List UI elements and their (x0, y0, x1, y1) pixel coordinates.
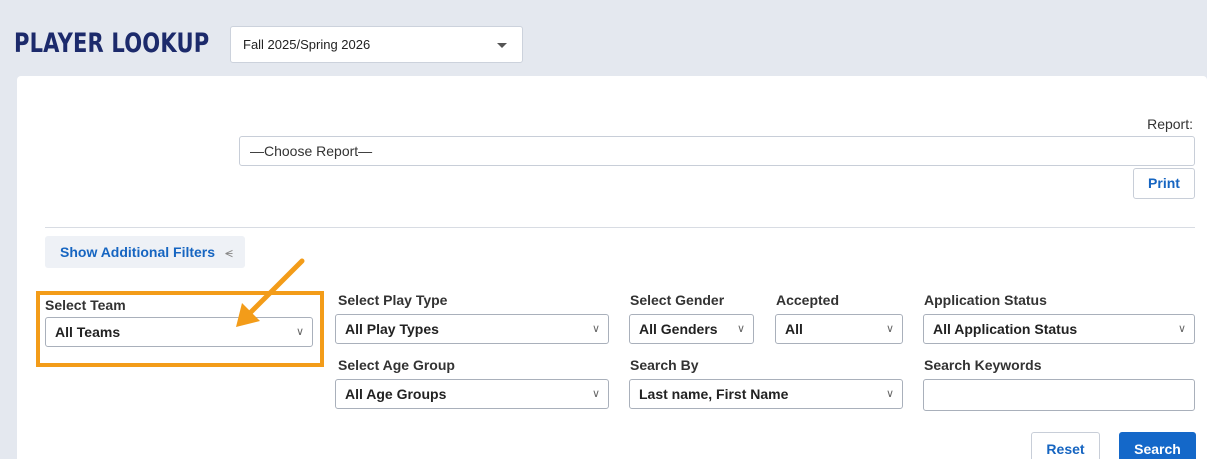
accepted-dropdown[interactable]: All ∨ (775, 314, 903, 344)
application-status-dropdown[interactable]: All Application Status ∨ (923, 314, 1195, 344)
select-gender-label: Select Gender (630, 292, 725, 308)
chevron-down-icon: ∨ (885, 323, 894, 335)
season-select[interactable]: Fall 2025/Spring 2026 (230, 26, 523, 63)
select-age-group-dropdown[interactable]: All Age Groups ∨ (335, 379, 609, 409)
select-gender-value: All Genders (639, 321, 718, 337)
search-by-label: Search By (630, 357, 699, 373)
select-play-type-dropdown[interactable]: All Play Types ∨ (335, 314, 609, 344)
select-gender-dropdown[interactable]: All Genders ∨ (629, 314, 754, 344)
show-additional-filters-button[interactable]: Show Additional Filters ⪪ (45, 236, 245, 268)
application-status-value: All Application Status (933, 321, 1078, 337)
application-status-label: Application Status (924, 292, 1047, 308)
season-select-value: Fall 2025/Spring 2026 (243, 37, 371, 52)
show-additional-filters-label: Show Additional Filters (60, 244, 216, 260)
search-keywords-input[interactable] (923, 379, 1195, 411)
caret-down-icon (497, 43, 507, 48)
reset-button[interactable]: Reset (1031, 432, 1100, 459)
report-select[interactable]: —Choose Report— (239, 136, 1195, 166)
search-keywords-label: Search Keywords (924, 357, 1042, 373)
chevron-down-icon: ∨ (885, 388, 894, 400)
select-play-type-value: All Play Types (345, 321, 439, 337)
lookup-panel: Report: —Choose Report— Print Show Addit… (17, 76, 1207, 459)
print-button[interactable]: Print (1133, 168, 1195, 199)
chevron-down-icon: ∨ (591, 388, 600, 400)
select-age-group-label: Select Age Group (338, 357, 455, 373)
accepted-value: All (785, 321, 803, 337)
page-title: PLAYER LOOKUP (14, 28, 210, 59)
accepted-label: Accepted (776, 292, 840, 308)
pointer-arrow-icon (236, 258, 305, 327)
report-label: Report: (1147, 116, 1193, 132)
chevron-down-icon: ∨ (736, 323, 745, 335)
search-by-value: Last name, First Name (639, 386, 789, 402)
select-play-type-label: Select Play Type (338, 292, 448, 308)
chevron-down-icon: ∨ (591, 323, 600, 335)
select-age-group-value: All Age Groups (345, 386, 447, 402)
search-button[interactable]: Search (1119, 432, 1196, 459)
chevron-down-icon: ∨ (1177, 323, 1186, 335)
divider (45, 227, 1195, 228)
search-by-dropdown[interactable]: Last name, First Name ∨ (629, 379, 903, 409)
